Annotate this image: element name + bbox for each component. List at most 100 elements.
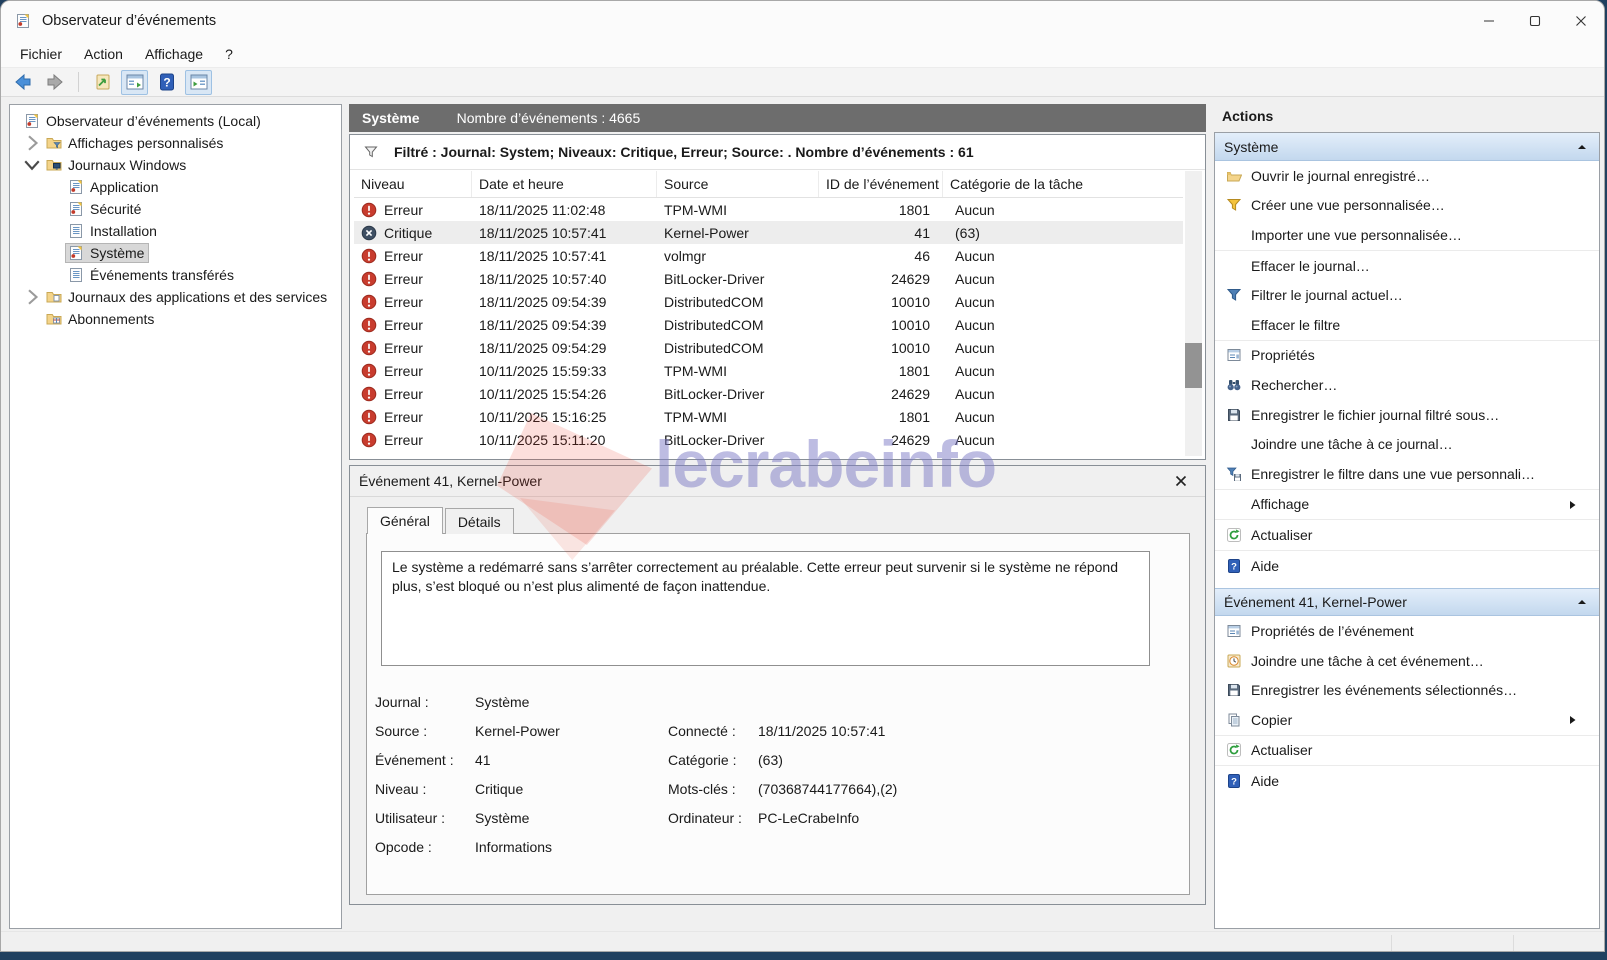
table-row[interactable]: Erreur18/11/2025 11:02:48TPM-WMI1801Aucu… — [354, 198, 1183, 221]
events-scrollbar[interactable] — [1185, 171, 1202, 456]
tab-gnral[interactable]: Général — [367, 507, 443, 534]
action-item-label: Joindre une tâche à cet événement… — [1251, 653, 1484, 669]
app-log-icon — [24, 113, 40, 129]
action-item[interactable]: Effacer le filtre — [1215, 310, 1599, 340]
tree-item[interactable]: Affichages personnalisés — [10, 132, 341, 154]
table-row[interactable]: Erreur10/11/2025 15:11:20BitLocker-Drive… — [354, 428, 1183, 451]
folder-monitor-icon — [46, 157, 62, 173]
tab-dtails[interactable]: Détails — [445, 508, 514, 534]
chevron-right-icon[interactable] — [20, 135, 44, 151]
table-row[interactable]: Critique18/11/2025 10:57:41Kernel-Power4… — [354, 221, 1183, 244]
actions-section-header[interactable]: Événement 41, Kernel-Power — [1215, 588, 1599, 616]
source-cell: TPM-WMI — [657, 202, 819, 218]
console-tree-button[interactable] — [121, 70, 148, 95]
collapse-up-icon[interactable] — [1576, 141, 1588, 153]
error-icon — [361, 409, 377, 425]
menu-item-1[interactable]: Action — [73, 43, 134, 65]
tree-item[interactable]: Application — [10, 176, 341, 198]
level-label: Critique — [384, 225, 432, 241]
action-item[interactable]: Joindre une tâche à cet événement… — [1215, 646, 1599, 676]
table-row[interactable]: Erreur10/11/2025 15:54:26BitLocker-Drive… — [354, 382, 1183, 405]
table-row[interactable]: Erreur10/11/2025 15:59:33TPM-WMI1801Aucu… — [354, 359, 1183, 382]
table-row[interactable]: Erreur18/11/2025 09:54:39DistributedCOM1… — [354, 313, 1183, 336]
action-item[interactable]: Propriétés de l’événement — [1215, 616, 1599, 646]
menu-item-0[interactable]: Fichier — [9, 43, 73, 65]
field-value: Système — [475, 810, 529, 826]
level-cell: Erreur — [354, 294, 472, 310]
level-cell: Erreur — [354, 340, 472, 356]
field-value: Système — [475, 694, 529, 710]
action-item[interactable]: Effacer le journal… — [1215, 251, 1599, 281]
field-value: Kernel-Power — [475, 723, 560, 739]
action-item[interactable]: Ouvrir le journal enregistré… — [1215, 161, 1599, 191]
tree-item-inner: Installation — [66, 222, 161, 240]
action-item[interactable]: Actualiser — [1215, 736, 1599, 766]
field-label: Journal : — [375, 694, 429, 710]
table-row[interactable]: Erreur18/11/2025 09:54:39DistributedCOM1… — [354, 290, 1183, 313]
tree-item[interactable]: Événements transférés — [10, 264, 341, 286]
toolbar: ? — [1, 67, 1604, 97]
field-value: (70368744177664),(2) — [758, 781, 897, 797]
back-arrow-button[interactable] — [9, 70, 36, 95]
field-value: (63) — [758, 752, 783, 768]
action-item[interactable]: Enregistrer le filtre dans une vue perso… — [1215, 459, 1599, 489]
collapse-up-icon[interactable] — [1576, 596, 1588, 608]
help-button[interactable]: ? — [153, 70, 180, 95]
tree-item[interactable]: Système — [10, 242, 341, 264]
event-detail-header: Événement 41, Kernel-Power — [350, 466, 1205, 497]
column-header[interactable]: Source — [657, 171, 819, 197]
column-header[interactable]: Niveau — [354, 171, 472, 197]
action-pane-button[interactable] — [185, 70, 212, 95]
chevron-down-icon[interactable] — [20, 157, 44, 173]
level-cell: Erreur — [354, 386, 472, 402]
event-description[interactable]: Le système a redémarré sans s’arrêter co… — [381, 551, 1150, 666]
table-row[interactable]: Erreur10/11/2025 15:16:25TPM-WMI1801Aucu… — [354, 405, 1183, 428]
table-row[interactable]: Erreur18/11/2025 10:57:41volmgr46Aucun — [354, 244, 1183, 267]
forward-arrow-button[interactable] — [41, 70, 68, 95]
events-table-header: NiveauDate et heureSourceID de l’événeme… — [354, 171, 1183, 198]
tree-item[interactable]: Observateur d’événements (Local) — [10, 110, 341, 132]
action-item[interactable]: Créer une vue personnalisée… — [1215, 191, 1599, 221]
tree-item[interactable]: Installation — [10, 220, 341, 242]
column-header[interactable]: ID de l’événement — [819, 171, 943, 197]
action-item[interactable]: Enregistrer le fichier journal filtré so… — [1215, 400, 1599, 430]
action-item[interactable]: Joindre une tâche à ce journal… — [1215, 429, 1599, 459]
maximize-button[interactable] — [1512, 1, 1558, 41]
action-item[interactable]: ?Aide — [1215, 766, 1599, 796]
tree-item-inner: Affichages personnalisés — [44, 134, 227, 152]
tree-item[interactable]: Journaux des applications et des service… — [10, 286, 341, 308]
date-cell: 18/11/2025 11:02:48 — [472, 202, 657, 218]
close-icon[interactable] — [1173, 473, 1189, 489]
menu-item-3[interactable]: ? — [214, 43, 244, 65]
action-item[interactable]: Enregistrer les événements sélectionnés… — [1215, 676, 1599, 706]
tree-item[interactable]: Abonnements — [10, 308, 341, 330]
action-item[interactable]: Importer une vue personnalisée… — [1215, 220, 1599, 250]
event-id-cell: 1801 — [819, 409, 943, 425]
task-category-cell: Aucun — [943, 202, 1183, 218]
task-category-cell: Aucun — [943, 271, 1183, 287]
minimize-button[interactable] — [1466, 1, 1512, 41]
chevron-right-icon[interactable] — [20, 289, 44, 305]
column-header[interactable]: Date et heure — [472, 171, 657, 197]
action-item[interactable]: Rechercher… — [1215, 370, 1599, 400]
tree-item[interactable]: Journaux Windows — [10, 154, 341, 176]
table-row[interactable]: Erreur18/11/2025 09:54:29DistributedCOM1… — [354, 336, 1183, 359]
action-item[interactable]: Filtrer le journal actuel… — [1215, 280, 1599, 310]
action-item-label: Aide — [1251, 773, 1279, 789]
menu-item-2[interactable]: Affichage — [134, 43, 214, 65]
action-item[interactable]: ?Aide — [1215, 551, 1599, 581]
action-item[interactable]: Propriétés — [1215, 341, 1599, 371]
export-log-button[interactable] — [89, 70, 116, 95]
action-item[interactable]: Actualiser — [1215, 520, 1599, 550]
table-row[interactable]: Erreur18/11/2025 10:57:40BitLocker-Drive… — [354, 267, 1183, 290]
actions-section-header[interactable]: Système — [1215, 133, 1599, 161]
source-cell: TPM-WMI — [657, 409, 819, 425]
action-item[interactable]: Affichage — [1215, 490, 1599, 520]
tree-item-inner: Journaux Windows — [44, 156, 190, 174]
tree-item[interactable]: Sécurité — [10, 198, 341, 220]
action-item-label: Enregistrer le filtre dans une vue perso… — [1251, 466, 1535, 482]
action-item[interactable]: Copier — [1215, 705, 1599, 735]
close-button[interactable] — [1558, 1, 1604, 41]
scrollbar-thumb[interactable] — [1185, 343, 1202, 388]
column-header[interactable]: Catégorie de la tâche — [943, 171, 1183, 197]
